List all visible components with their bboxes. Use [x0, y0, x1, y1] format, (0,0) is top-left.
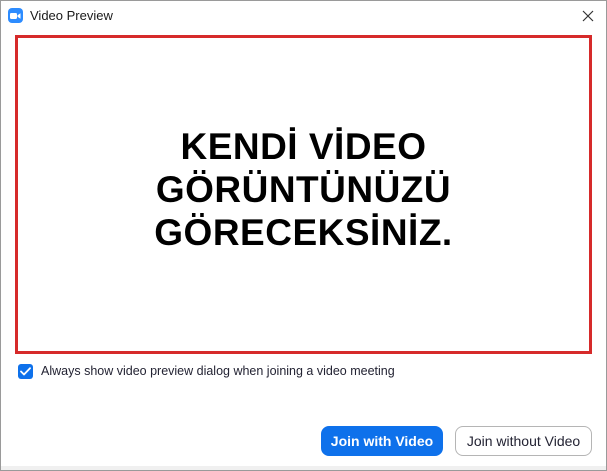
preview-message: KENDİ VİDEO GÖRÜNTÜNÜZÜ GÖRECEKSİNİZ. [154, 126, 453, 253]
video-preview-area: KENDİ VİDEO GÖRÜNTÜNÜZÜ GÖRECEKSİNİZ. [15, 35, 592, 354]
always-show-preview-label[interactable]: Always show video preview dialog when jo… [41, 364, 395, 378]
bottom-edge [1, 466, 606, 470]
title-bar: Video Preview [1, 1, 606, 31]
join-without-video-button[interactable]: Join without Video [455, 426, 592, 456]
always-show-preview-option: Always show video preview dialog when jo… [18, 362, 395, 380]
checkmark-icon [20, 366, 31, 375]
always-show-preview-checkbox[interactable] [18, 363, 33, 379]
zoom-camera-icon [8, 8, 23, 23]
join-with-video-button[interactable]: Join with Video [321, 426, 443, 456]
close-icon [582, 10, 594, 22]
window-title: Video Preview [30, 8, 113, 23]
close-button[interactable] [576, 4, 600, 28]
video-preview-dialog: Video Preview KENDİ VİDEO GÖRÜNTÜNÜZÜ GÖ… [0, 0, 607, 471]
